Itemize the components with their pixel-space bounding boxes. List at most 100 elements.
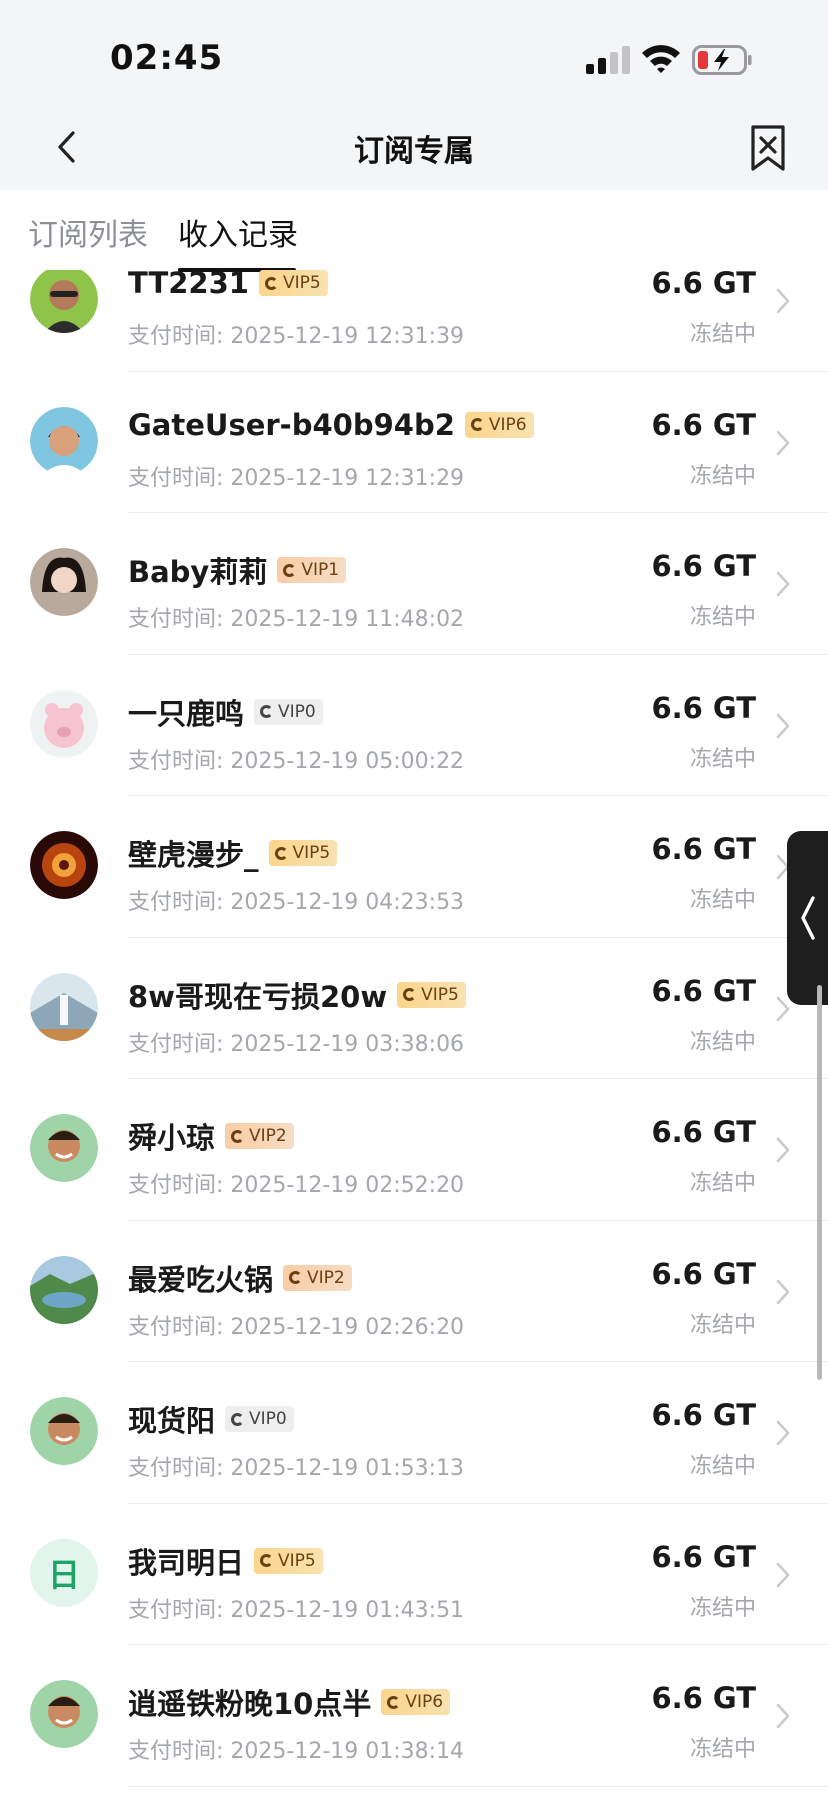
amount: 6.6 GT xyxy=(651,973,756,1008)
vip-badge: VIP5 xyxy=(268,840,338,866)
payment-time: 支付时间: 2025-12-19 01:38:14 xyxy=(128,1739,465,1764)
avatar-image xyxy=(30,406,98,475)
income-record-row[interactable]: 一只鹿鸣 VIP0 支付时间: 2025-12-19 05:00:22 6.6 GT 冻… xyxy=(0,655,828,796)
user-name-line: 逍遥铁粉晚10点半 VIP6 xyxy=(128,1681,451,1723)
avatar[interactable] xyxy=(30,972,98,1041)
vip-level: VIP0 xyxy=(249,1409,287,1429)
vip-badge: VIP5 xyxy=(258,270,328,296)
status-text: 冻结中 xyxy=(689,746,756,772)
vip-badge: VIP5 xyxy=(254,1547,323,1574)
vip-level: VIP6 xyxy=(488,414,527,435)
avatar[interactable] xyxy=(30,689,98,758)
side-drawer-handle[interactable] xyxy=(787,831,828,1005)
top-area: 02:45 订阅专属 xyxy=(0,0,828,190)
gate-logo-icon xyxy=(387,1695,401,1709)
payment-time: 支付时间: 2025-12-19 03:38:06 xyxy=(128,1031,465,1057)
user-name: 8w哥现在亏损20w xyxy=(128,979,388,1014)
vip-level: VIP2 xyxy=(307,1267,345,1288)
avatar-image xyxy=(30,831,98,899)
user-name: Baby莉莉 xyxy=(128,555,268,589)
income-record-row[interactable]: 壁虎漫步_ VIP5 支付时间: 2025-12-19 04:23:53 6.6 GT… xyxy=(0,796,828,938)
payment-time: 支付时间: 2025-12-19 05:00:22 xyxy=(128,748,465,774)
vip-level: VIP1 xyxy=(301,560,340,580)
avatar[interactable] xyxy=(30,1680,98,1748)
payment-time: 支付时间: 2025-12-19 11:48:02 xyxy=(128,607,465,632)
user-name-line: 舜小琼 VIP2 xyxy=(128,1115,294,1157)
income-record-row[interactable]: 现货阳 VIP0 支付时间: 2025-12-19 01:53:13 6.6 GT 冻结… xyxy=(0,1362,828,1504)
user-name: 壁虎漫步_ xyxy=(128,838,259,872)
user-name-line: 壁虎漫步_ VIP5 xyxy=(128,832,338,874)
gate-logo-icon xyxy=(470,418,484,431)
vip-level: VIP5 xyxy=(278,1550,316,1571)
vip-badge: VIP0 xyxy=(225,1406,294,1432)
amount: 6.6 GT xyxy=(651,832,756,866)
user-name: TT2231 xyxy=(128,270,249,300)
status-text: 冻结中 xyxy=(689,1454,756,1479)
income-record-row[interactable]: TT2231 VIP5 支付时间: 2025-12-19 12:31:39 6.6 G… xyxy=(0,270,828,372)
avatar[interactable] xyxy=(30,1397,98,1465)
income-record-row[interactable]: GateUser-b40b94b2 VIP6 支付时间: 2025-12-19 12… xyxy=(0,372,828,513)
amount: 6.6 GT xyxy=(651,1398,756,1432)
avatar-letter: 日 xyxy=(30,1538,98,1607)
income-record-row[interactable]: 最爱吃火锅 VIP2 支付时间: 2025-12-19 02:26:20 6.6 GT… xyxy=(0,1221,828,1362)
user-name-line: GateUser-b40b94b2 VIP6 xyxy=(128,408,534,442)
chevron-right-icon xyxy=(776,1137,790,1163)
amount: 6.6 GT xyxy=(651,270,756,300)
vip-badge: VIP6 xyxy=(381,1689,451,1715)
tab-subscription-list[interactable]: 订阅列表 xyxy=(28,210,148,254)
amount: 6.6 GT xyxy=(651,1256,756,1291)
income-record-row[interactable]: 舜小琼 VIP2 支付时间: 2025-12-19 02:52:20 6.6 GT 冻结… xyxy=(0,1079,828,1221)
user-name-line: TT2231 VIP5 xyxy=(128,270,328,300)
chevron-right-icon xyxy=(776,430,790,455)
vip-level: VIP5 xyxy=(421,984,459,1005)
cellular-signal-icon xyxy=(586,46,630,74)
user-name: 逍遥铁粉晚10点半 xyxy=(128,1687,372,1721)
avatar-image xyxy=(30,1114,98,1182)
vip-level: VIP0 xyxy=(278,701,316,722)
row-divider xyxy=(128,1785,828,1787)
user-name-line: 8w哥现在亏损20w VIP5 xyxy=(128,974,466,1016)
payment-time: 支付时间: 2025-12-19 01:53:13 xyxy=(128,1456,465,1481)
income-record-row[interactable]: 日我司明日 VIP5 支付时间: 2025-12-19 01:43:51 6.6 GT… xyxy=(0,1504,828,1645)
chevron-right-icon xyxy=(776,571,790,597)
scrollbar[interactable] xyxy=(817,985,822,1380)
vip-badge: VIP0 xyxy=(254,698,323,725)
payment-time: 支付时间: 2025-12-19 01:43:51 xyxy=(128,1597,465,1623)
user-name-line: Baby莉莉 VIP1 xyxy=(128,549,347,591)
tab-income-records[interactable]: 收入记录 xyxy=(178,210,298,254)
avatar[interactable]: 日 xyxy=(30,1538,98,1607)
avatar[interactable] xyxy=(30,548,98,616)
avatar[interactable] xyxy=(30,270,98,333)
gate-logo-icon xyxy=(260,1554,274,1567)
gate-logo-icon xyxy=(231,1129,245,1143)
payment-time: 支付时间: 2025-12-19 02:52:20 xyxy=(128,1173,465,1198)
amount: 6.6 GT xyxy=(651,1681,756,1715)
payment-time: 支付时间: 2025-12-19 04:23:53 xyxy=(128,890,465,915)
user-name-line: 最爱吃火锅 VIP2 xyxy=(128,1257,352,1299)
bookmark-icon[interactable] xyxy=(748,124,788,172)
income-record-row[interactable]: 8w哥现在亏损20w VIP5 支付时间: 2025-12-19 03:38:06 6… xyxy=(0,938,828,1079)
avatar-image xyxy=(30,1255,98,1324)
gate-logo-icon xyxy=(264,276,278,290)
vip-badge: VIP5 xyxy=(397,981,466,1008)
income-record-list[interactable]: TT2231 VIP5 支付时间: 2025-12-19 12:31:39 6.6 G… xyxy=(0,270,828,1800)
status-text: 冻结中 xyxy=(689,463,756,489)
income-record-row[interactable]: 逍遥铁粉晚10点半 VIP6 支付时间: 2025-12-19 01:38:14 6.… xyxy=(0,1645,828,1787)
gate-logo-icon xyxy=(283,563,297,577)
user-name-line: 一只鹿鸣 VIP0 xyxy=(128,691,323,733)
chevron-left-icon xyxy=(800,896,815,940)
avatar-image xyxy=(30,972,98,1041)
gate-logo-icon xyxy=(274,846,288,860)
avatar-image xyxy=(30,1397,98,1465)
vip-level: VIP2 xyxy=(249,1126,287,1146)
avatar[interactable] xyxy=(30,406,98,475)
avatar[interactable] xyxy=(30,831,98,899)
gate-logo-icon xyxy=(231,1412,245,1426)
vip-badge: VIP6 xyxy=(464,411,534,438)
avatar[interactable] xyxy=(30,1114,98,1182)
chevron-right-icon xyxy=(776,1562,790,1587)
chevron-right-icon xyxy=(776,1703,790,1729)
status-text: 冻结中 xyxy=(689,888,756,913)
avatar[interactable] xyxy=(30,1255,98,1324)
income-record-row[interactable]: Baby莉莉 VIP1 支付时间: 2025-12-19 11:48:02 6.6 G… xyxy=(0,513,828,655)
